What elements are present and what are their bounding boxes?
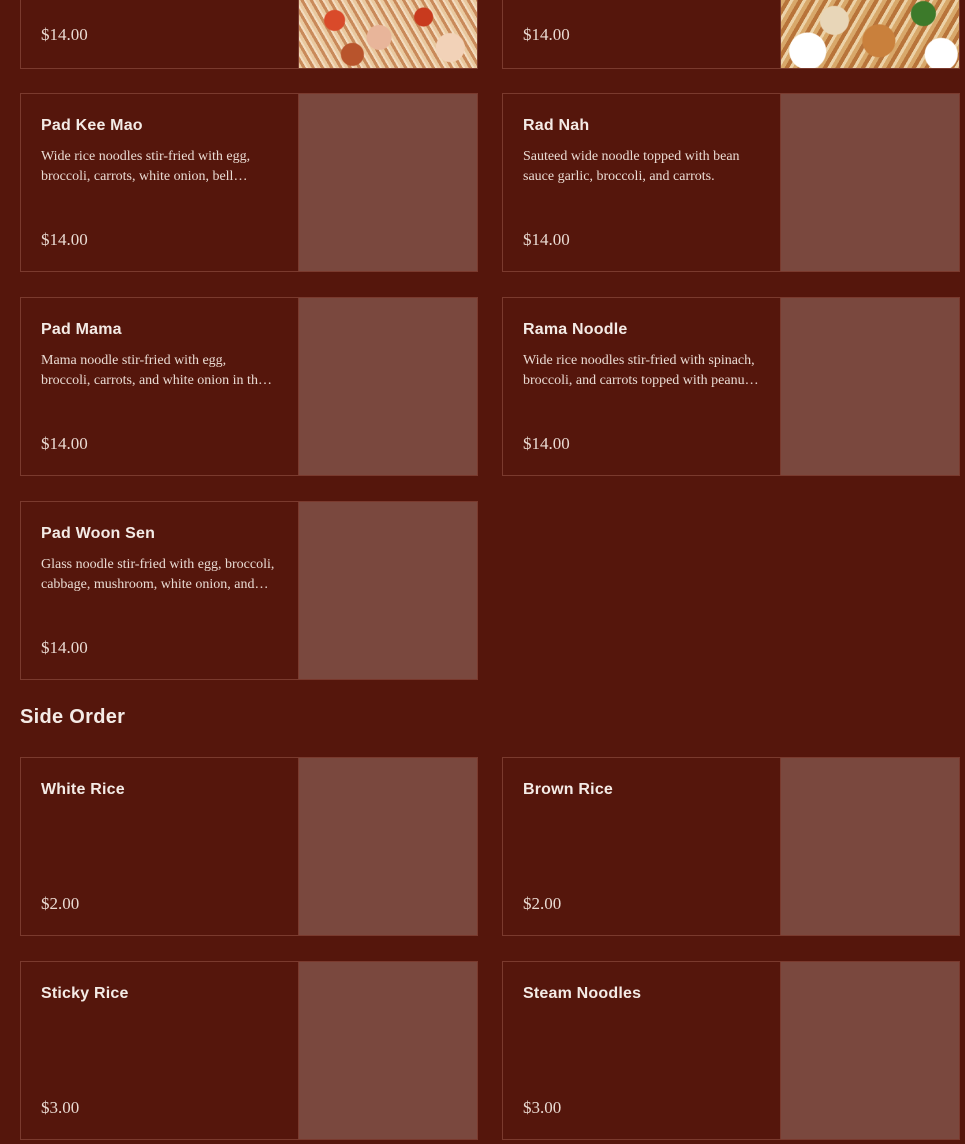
menu-item-photo[interactable] — [781, 0, 959, 68]
menu-item-description: Wide rice noodles stir-fried with egg, b… — [41, 149, 251, 184]
menu-item-description: Wide rice noodles stir-fried with spinac… — [523, 353, 755, 388]
menu-item-image-placeholder[interactable] — [299, 502, 477, 679]
menu-item-image-placeholder[interactable] — [781, 94, 959, 271]
menu-item-card[interactable]: Rama Noodle Wide rice noodles stir-fried… — [502, 297, 960, 476]
menu-item-image-placeholder[interactable] — [299, 962, 477, 1139]
menu-item-image-placeholder[interactable] — [299, 758, 477, 935]
menu-item-image-placeholder[interactable] — [299, 298, 477, 475]
menu-item-info: Pad Mama Mama noodle stir-fried with egg… — [21, 298, 299, 475]
menu-item-card[interactable]: White Rice $2.00 — [20, 757, 478, 936]
section-title: Side Order — [20, 706, 126, 728]
menu-item-name: Rad Nah — [523, 117, 590, 134]
menu-item-name: Brown Rice — [523, 781, 614, 798]
menu-item-info: Rama Noodle Wide rice noodles stir-fried… — [503, 298, 781, 475]
menu-item-image-placeholder[interactable] — [781, 962, 959, 1139]
menu-item-card[interactable]: Pad Mama Mama noodle stir-fried with egg… — [20, 297, 478, 476]
menu-item-card[interactable]: $14.00 — [20, 0, 478, 69]
menu-item-info: Pad Woon Sen Glass noodle stir-fried wit… — [21, 502, 299, 679]
menu-item-card[interactable]: Sticky Rice $3.00 — [20, 961, 478, 1140]
menu-item-info: Rad Nah Sauteed wide noodle topped with … — [503, 94, 781, 271]
menu-item-info: Steam Noodles $3.00 — [503, 962, 781, 1139]
menu-item-info: White Rice $2.00 — [21, 758, 299, 935]
menu-item-name: Pad Kee Mao — [41, 117, 143, 134]
menu-item-info: Brown Rice $2.00 — [503, 758, 781, 935]
menu-item-description: Sauteed wide noodle topped with bean sau… — [523, 149, 740, 184]
menu-item-name: Pad Mama — [41, 321, 122, 338]
menu-item-name: Rama Noodle — [523, 321, 628, 338]
menu-item-price: $14.00 — [41, 230, 88, 249]
menu-page: $14.00 $14.00 Pad Kee Mao Wide rice nood… — [0, 0, 965, 1144]
menu-item-info: $14.00 — [503, 0, 781, 68]
menu-item-price: $14.00 — [523, 434, 570, 453]
menu-item-name: White Rice — [41, 781, 125, 798]
menu-item-photo[interactable] — [299, 0, 477, 68]
menu-item-price: $3.00 — [41, 1098, 80, 1117]
menu-item-name: Pad Woon Sen — [41, 525, 156, 542]
menu-item-name: Sticky Rice — [41, 985, 129, 1002]
menu-item-image-placeholder[interactable] — [299, 94, 477, 271]
menu-item-price: $14.00 — [523, 25, 570, 44]
menu-item-info: Pad Kee Mao Wide rice noodles stir-fried… — [21, 94, 299, 271]
menu-item-image-placeholder[interactable] — [781, 758, 959, 935]
menu-item-card[interactable]: $14.00 — [502, 0, 960, 69]
menu-item-description: Glass noodle stir-fried with egg, brocco… — [41, 557, 275, 592]
menu-item-price: $2.00 — [41, 894, 80, 913]
menu-item-card[interactable]: Pad Kee Mao Wide rice noodles stir-fried… — [20, 93, 478, 272]
menu-item-description: Mama noodle stir-fried with egg, broccol… — [41, 353, 265, 388]
menu-item-card[interactable]: Steam Noodles $3.00 — [502, 961, 960, 1140]
menu-item-card[interactable]: Pad Woon Sen Glass noodle stir-fried wit… — [20, 501, 478, 680]
menu-item-card[interactable]: Rad Nah Sauteed wide noodle topped with … — [502, 93, 960, 272]
menu-item-image-placeholder[interactable] — [781, 298, 959, 475]
menu-item-card[interactable]: Brown Rice $2.00 — [502, 757, 960, 936]
menu-item-info: Sticky Rice $3.00 — [21, 962, 299, 1139]
menu-item-price: $14.00 — [41, 25, 88, 44]
menu-item-price: $14.00 — [523, 230, 570, 249]
menu-item-name: Steam Noodles — [523, 985, 642, 1002]
menu-item-info: $14.00 — [21, 0, 299, 68]
menu-item-price: $2.00 — [523, 894, 562, 913]
menu-item-price: $14.00 — [41, 434, 88, 453]
menu-item-price: $14.00 — [41, 638, 88, 657]
menu-item-price: $3.00 — [523, 1098, 562, 1117]
